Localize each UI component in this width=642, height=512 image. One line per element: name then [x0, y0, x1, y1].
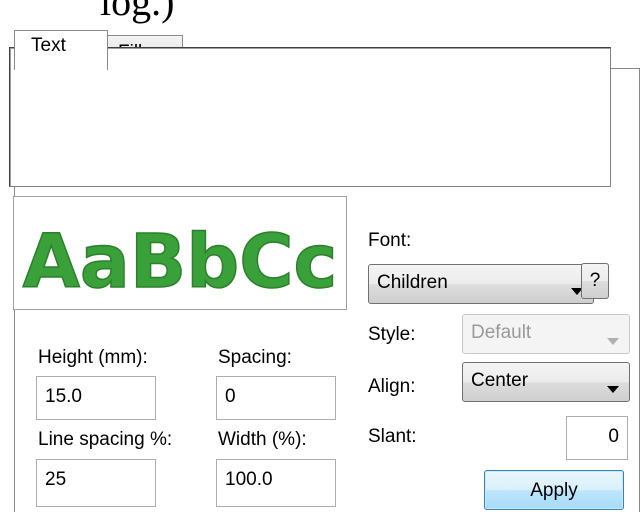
font-select[interactable]: Children [368, 264, 594, 304]
spacing-label: Spacing: [218, 347, 292, 368]
apply-button[interactable]: Apply [484, 470, 624, 510]
slant-label: Slant: [368, 426, 417, 447]
clipped-heading-text: log.) [100, 0, 175, 24]
align-label: Align: [368, 376, 416, 397]
slant-field[interactable]: 0 [566, 416, 628, 460]
font-select-value: Children [377, 272, 448, 293]
chevron-down-icon [607, 330, 619, 352]
tab-text[interactable]: Text [14, 30, 108, 70]
style-select-value: Default [471, 322, 532, 343]
font-help-button[interactable]: ? [581, 263, 609, 299]
height-label: Height (mm): [38, 347, 148, 368]
style-label: Style: [368, 324, 416, 345]
style-select[interactable]: Default [462, 314, 630, 354]
line-spacing-label: Line spacing %: [38, 429, 173, 450]
width-label: Width (%): [218, 429, 307, 450]
width-field[interactable]: 100.0 [216, 459, 336, 507]
preview-sample-text: AaBbCc [23, 219, 338, 305]
align-select[interactable]: Center [462, 362, 630, 402]
font-preview-sample: AaBbCc [22, 218, 338, 306]
align-select-value: Center [471, 370, 529, 391]
height-field[interactable]: 15.0 [36, 376, 156, 420]
chevron-down-icon [607, 378, 619, 400]
font-preview: AaBbCc [13, 196, 347, 310]
font-label: Font: [368, 230, 412, 251]
spacing-field[interactable]: 0 [216, 376, 336, 420]
line-spacing-field[interactable]: 25 [36, 459, 156, 507]
